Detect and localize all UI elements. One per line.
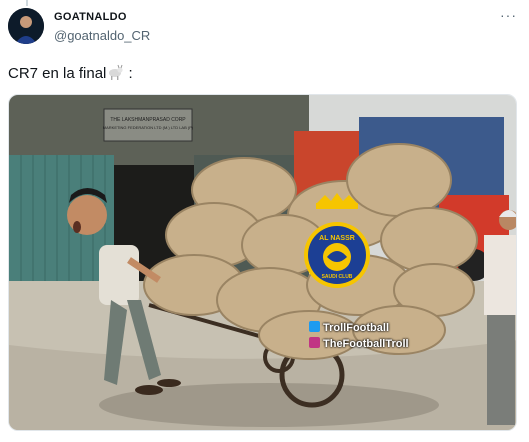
tweet-text: CR7 en la final : [8,64,133,84]
watermark-instagram: TheFootballTroll [309,337,409,350]
badge-text-bottom: SAUDI CLUB [322,274,353,280]
bystander-figure [484,210,516,425]
tweet-text-body: CR7 en la final [8,65,107,82]
twitter-icon [309,321,320,332]
author-display-name[interactable]: GOATNALDO [54,11,127,23]
watermark-twitter: TrollFootball [309,321,389,334]
goat-emoji-icon [106,64,124,84]
tweet-text-suffix: : [124,65,133,82]
avatar[interactable] [8,8,44,44]
sign-line-1: THE LAKSHMANPRASAD CORP [110,117,186,123]
thread-line [26,0,28,6]
author-handle[interactable]: @goatnaldo_CR [54,28,150,43]
badge-text-top: AL NASSR [319,235,355,242]
instagram-icon [309,337,320,348]
avatar-icon [8,8,44,44]
tweet-media-image[interactable]: THE LAKSHMANPRASAD CORP MARKETING FEDERA… [8,94,517,431]
meme-photo: THE LAKSHMANPRASAD CORP MARKETING FEDERA… [9,95,516,430]
watermark-instagram-text: TheFootballTroll [323,338,409,350]
more-options-icon[interactable]: ··· [500,8,517,22]
sign-line-2: MARKETING FEDERATION LTD (M.) LTD LAB (P… [103,125,194,130]
watermark-twitter-text: TrollFootball [323,322,389,334]
